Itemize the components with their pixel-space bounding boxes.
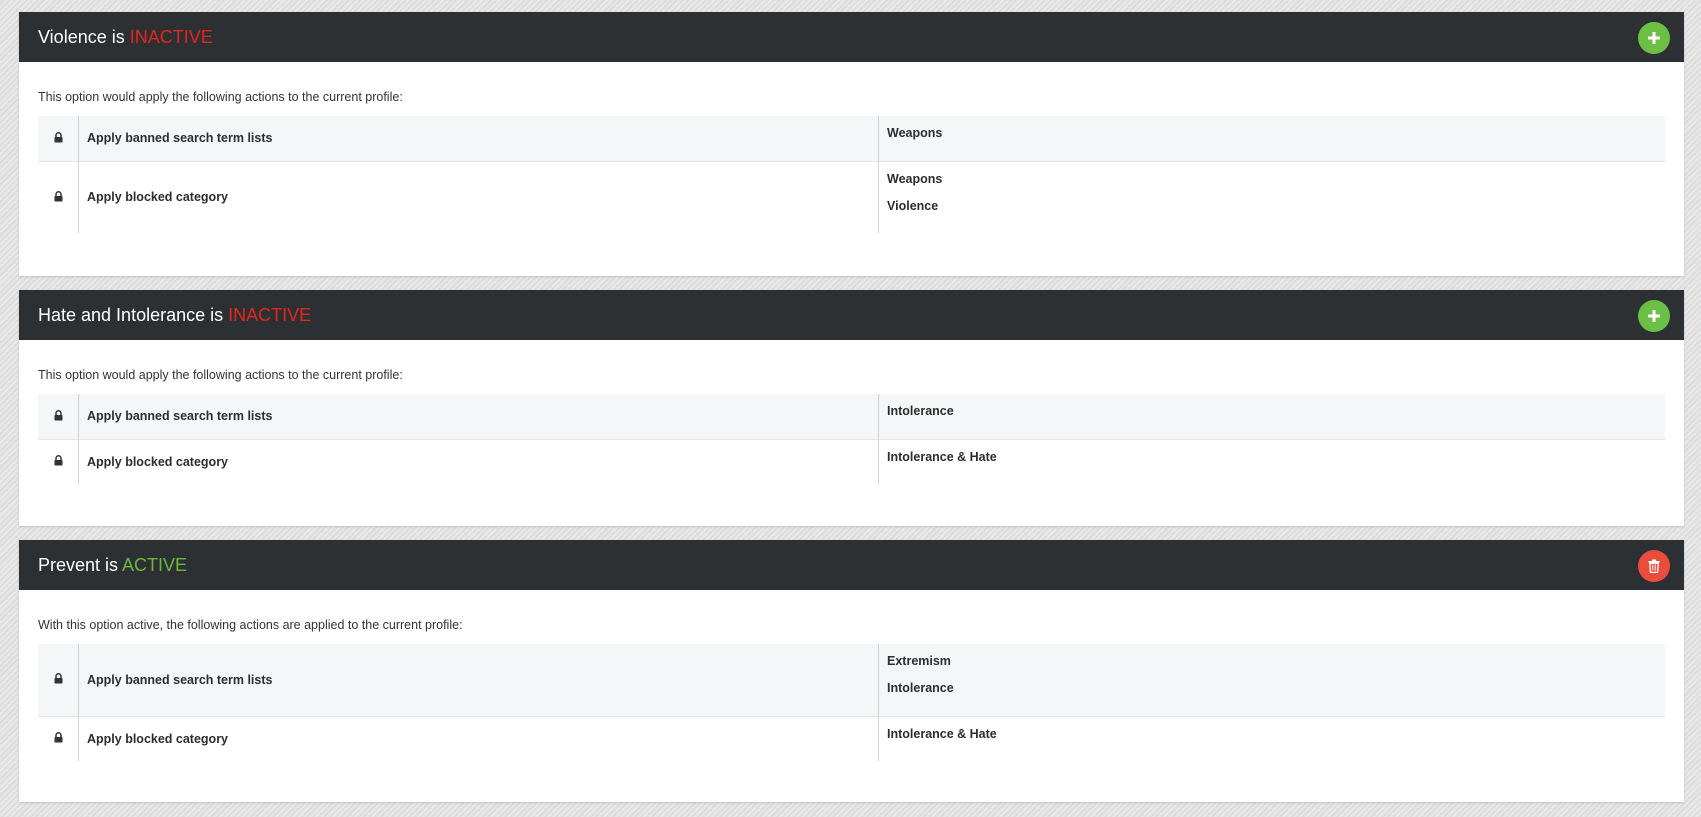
action-value: Extremism [887,654,951,668]
panel-body: This option would apply the following ac… [19,62,1684,233]
lock-icon [54,732,63,746]
action-value: Weapons [887,126,943,140]
panel-title: Hate and Intolerance is INACTIVE [38,305,311,326]
status-badge: INACTIVE [129,26,213,47]
filter-panel: Violence is INACTIVE This option would a… [19,12,1684,276]
action-value: Violence [887,198,939,213]
action-value: Intolerance [887,404,954,418]
lock-icon [54,409,63,424]
trash-icon [1648,559,1660,573]
lock-cell [38,116,79,161]
status-badge: INACTIVE [228,304,312,325]
panel-intro: This option would apply the following ac… [38,90,403,104]
plus-icon [1647,31,1661,45]
option-name: Violence is [38,26,130,47]
action-label: Apply blocked category [78,160,879,233]
action-values: Intolerance & Hate [878,438,1665,484]
panel-body: With this option active, the following a… [19,590,1684,761]
actions-table: Apply banned search term lists Intoleran… [38,394,1665,484]
action-row: Apply banned search term lists Extremism… [38,644,1665,716]
action-values: Weapons [878,116,1665,161]
actions-table: Apply banned search term lists Weapons A… [38,116,1665,233]
panel-header: Prevent is ACTIVE [19,540,1684,590]
lock-cell [38,715,79,761]
action-label: Apply banned search term lists [78,394,879,439]
activate-button[interactable] [1638,300,1670,332]
option-name: Prevent is [38,554,123,575]
panel-title: Prevent is ACTIVE [38,555,187,576]
action-values: Intolerance & Hate [878,715,1665,761]
lock-icon [54,673,63,687]
action-value: Intolerance & Hate [887,449,997,464]
panel-title: Violence is INACTIVE [38,27,213,48]
action-label: Apply banned search term lists [78,644,879,716]
action-row: Apply blocked category Weapons Violence [38,160,1665,233]
lock-cell [38,160,79,233]
status-badge: ACTIVE [122,554,188,575]
panel-header: Hate and Intolerance is INACTIVE [19,290,1684,340]
panel-body: This option would apply the following ac… [19,340,1684,484]
lock-cell [38,644,79,716]
action-values: Intolerance [878,394,1665,439]
lock-icon [54,455,63,469]
action-row: Apply blocked category Intolerance & Hat… [38,438,1665,484]
actions-table: Apply banned search term lists Extremism… [38,644,1665,761]
action-value: Intolerance & Hate [887,726,997,741]
action-label: Apply blocked category [78,715,879,761]
lock-cell [38,394,79,439]
action-values: Extremism Intolerance [878,644,1665,716]
action-value: Intolerance [887,681,954,695]
action-row: Apply blocked category Intolerance & Hat… [38,715,1665,761]
action-label: Apply banned search term lists [78,116,879,161]
lock-icon [54,131,63,146]
lock-cell [38,438,79,484]
filter-panel: Prevent is ACTIVE With this option activ… [19,540,1684,802]
plus-icon [1647,309,1661,323]
action-value: Weapons [887,171,943,186]
panel-intro: With this option active, the following a… [38,618,463,632]
option-name: Hate and Intolerance is [38,304,229,325]
activate-button[interactable] [1638,22,1670,54]
action-values: Weapons Violence [878,160,1665,233]
deactivate-button[interactable] [1638,550,1670,582]
action-row: Apply banned search term lists Intoleran… [38,394,1665,439]
filter-panel: Hate and Intolerance is INACTIVE This op… [19,290,1684,526]
panel-header: Violence is INACTIVE [19,12,1684,62]
lock-icon [54,190,63,205]
action-label: Apply blocked category [78,438,879,484]
action-row: Apply banned search term lists Weapons [38,116,1665,161]
panel-intro: This option would apply the following ac… [38,368,403,382]
